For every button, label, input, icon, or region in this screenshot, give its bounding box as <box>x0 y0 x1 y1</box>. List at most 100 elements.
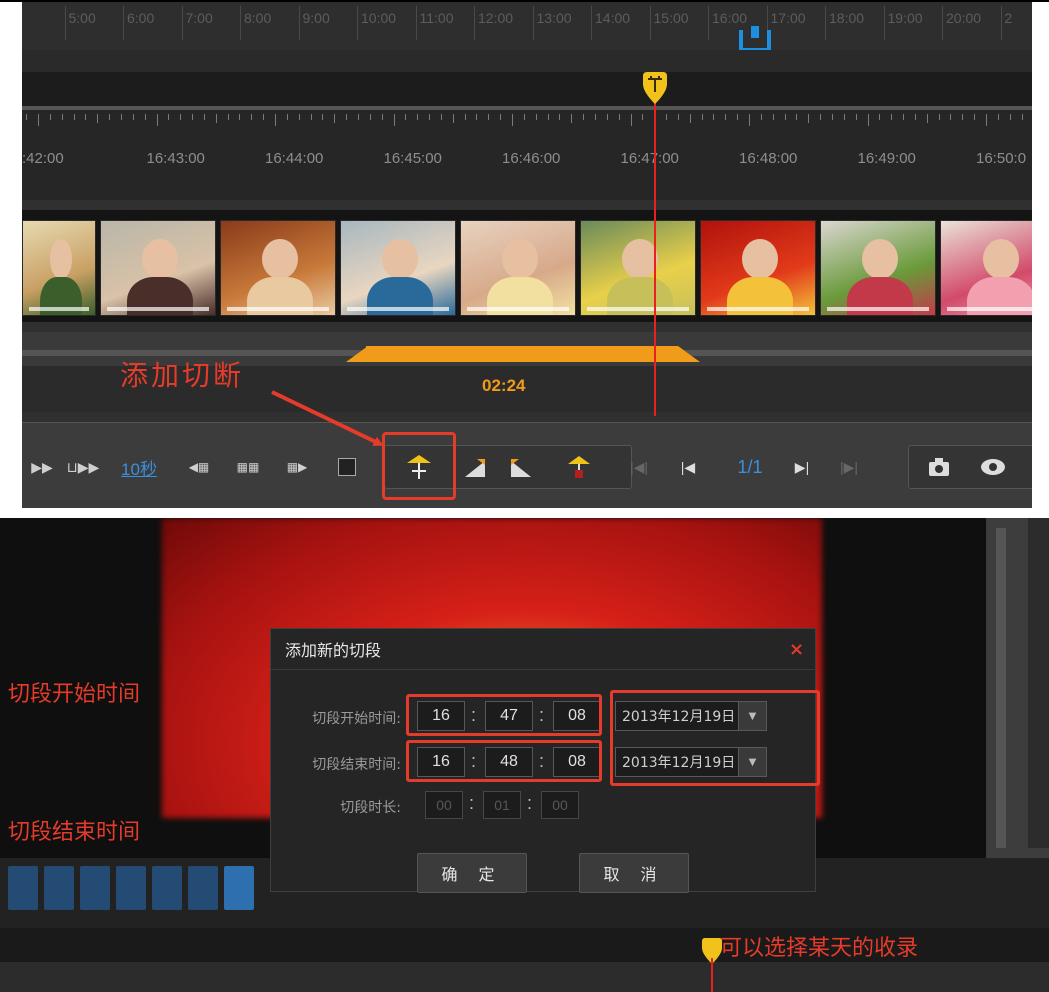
clip-start-handle[interactable] <box>346 346 368 362</box>
zoom-out-icon[interactable]: ◀▦ <box>182 451 216 483</box>
prev-page-icon[interactable]: |◀ <box>676 451 700 483</box>
ruler-tick <box>322 114 324 120</box>
ruler-tick <box>298 114 300 120</box>
thumbnail-figure <box>142 239 178 279</box>
hour-label: 7:00 <box>185 10 213 26</box>
ruler-tick <box>796 114 798 120</box>
eye-icon[interactable] <box>976 451 1010 483</box>
ruler-tick <box>500 114 502 120</box>
zoom-center-icon[interactable]: ▦▦ <box>232 451 264 483</box>
start-time-highlight <box>406 694 602 736</box>
ruler-time-label: 16:46:00 <box>502 150 561 167</box>
hour-label: 2 <box>1004 10 1013 26</box>
video-thumbnail[interactable] <box>220 220 336 316</box>
ruler-tick <box>215 114 217 123</box>
ruler-tick <box>180 114 182 120</box>
ruler-tick <box>523 114 525 120</box>
cal-day <box>80 866 110 910</box>
background-calendar <box>8 866 258 914</box>
hour-label: 13:00 <box>536 10 572 26</box>
camera-icon[interactable] <box>924 451 954 483</box>
ruler-tick <box>630 114 632 126</box>
ruler-tick <box>381 114 383 120</box>
hour-label: 18:00 <box>829 10 865 26</box>
ruler-tick <box>986 114 987 126</box>
cal-day-selected <box>224 866 254 910</box>
ruler-tick <box>452 114 454 123</box>
step-interval-link[interactable]: 10秒 <box>114 451 164 483</box>
ruler-tick <box>334 114 336 123</box>
first-page-icon[interactable]: |◀| <box>626 451 652 483</box>
video-thumbnail[interactable] <box>580 220 696 316</box>
close-icon[interactable]: × <box>789 639 804 660</box>
confirm-button[interactable]: 确 定 <box>417 853 527 893</box>
ruler-time-label: 16:50:0 <box>976 150 1027 167</box>
thumbnail-caption <box>707 307 809 311</box>
ruler-tick <box>144 114 146 120</box>
thumbnail-caption <box>347 307 449 311</box>
hour-label: 10:00 <box>361 10 397 26</box>
ruler-tick <box>583 114 585 120</box>
dialog-panel: 添加新的切段 × 切段开始时间: 16 : 47 : 08 2013年12月19… <box>0 518 1049 992</box>
ruler-tick <box>689 114 691 123</box>
ruler-tick <box>997 114 999 120</box>
video-thumbnail[interactable] <box>820 220 936 316</box>
thumbnail-caption <box>827 307 929 311</box>
ruler-tick <box>666 114 668 120</box>
ruler-tick <box>820 114 822 120</box>
next-page-icon[interactable]: ▶| <box>790 451 814 483</box>
ruler-tick <box>938 114 940 120</box>
end-time-label: 切段结束时间: <box>312 757 401 773</box>
cut-start-icon[interactable] <box>458 451 492 483</box>
hour-ruler[interactable]: 05:006:007:008:009:0010:0011:0012:0013:0… <box>22 2 1032 50</box>
hour-cell[interactable] <box>22 6 65 40</box>
stop-icon[interactable] <box>336 451 358 483</box>
video-thumbnail[interactable] <box>460 220 576 316</box>
video-thumbnail[interactable] <box>940 220 1032 316</box>
ruler-tick <box>677 114 679 120</box>
last-page-icon[interactable]: |▶| <box>836 451 862 483</box>
ruler-tick <box>109 114 111 120</box>
duration-label: 切段时长: <box>340 800 401 816</box>
duration-hour-field: 00 <box>425 791 463 819</box>
ruler-tick <box>275 114 276 126</box>
cancel-button[interactable]: 取 消 <box>579 853 689 893</box>
video-thumbnail[interactable] <box>700 220 816 316</box>
ruler-tick <box>737 114 739 120</box>
video-thumbnail[interactable] <box>340 220 456 316</box>
fast-forward-icon[interactable]: ▶▶ <box>28 451 56 483</box>
background-playhead-line <box>711 958 713 992</box>
zoom-in-icon[interactable]: ▦▶ <box>280 451 314 483</box>
clip-range-bar[interactable] <box>366 346 678 362</box>
cal-day <box>8 866 38 910</box>
playhead-pin-icon[interactable] <box>641 72 669 104</box>
thumbnail-strip[interactable] <box>22 210 1032 322</box>
hour-label: 12:00 <box>478 10 514 26</box>
ruler-tick <box>73 114 75 120</box>
ruler-tick <box>417 114 419 120</box>
ruler-tick <box>1009 114 1011 120</box>
cut-end-icon[interactable] <box>504 451 538 483</box>
video-thumbnail[interactable] <box>100 220 216 316</box>
hour-label: 19:00 <box>887 10 923 26</box>
ruler-tick <box>85 114 87 120</box>
side-panel-strip <box>996 528 1006 848</box>
ruler-tick <box>701 114 703 120</box>
ruler-tick <box>440 114 442 120</box>
jump-forward-icon[interactable]: ⊔▶▶ <box>64 451 102 483</box>
delete-cut-icon[interactable] <box>562 451 596 483</box>
ruler-time-label: 16:43:00 <box>146 150 205 167</box>
hour-label: 15:00 <box>653 10 689 26</box>
hour-label: 11:00 <box>419 10 454 26</box>
ruler-tick <box>464 114 466 120</box>
clip-end-handle[interactable] <box>678 346 700 362</box>
ruler-tick <box>476 114 478 120</box>
ruler-tick <box>239 114 241 120</box>
video-thumbnail[interactable] <box>22 220 96 316</box>
add-cut-highlight <box>382 432 456 500</box>
thumbnail-figure <box>983 239 1019 279</box>
time-ruler[interactable]: :42:00 16:43:00 16:44:00 16:45:00 16:46:00 16… <box>22 110 1032 200</box>
ruler-tick <box>429 114 431 120</box>
playhead-line <box>654 102 656 416</box>
ruler-tick <box>867 114 869 126</box>
